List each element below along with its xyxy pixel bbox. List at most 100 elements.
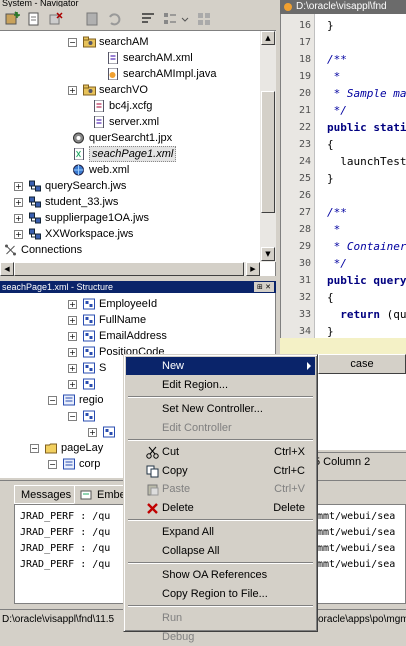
expand-icon[interactable]: +: [14, 214, 23, 223]
menu-item-shortcut: Ctrl+C: [273, 464, 305, 477]
code-line[interactable]: * Container: [327, 238, 406, 255]
expand-icon[interactable]: +: [68, 364, 77, 373]
menu-item-show-oa-references[interactable]: Show OA References: [126, 566, 315, 584]
menu-item-copy-region-to-file[interactable]: Copy Region to File...: [126, 585, 315, 603]
scroll-up-icon[interactable]: ▲: [261, 31, 275, 45]
code-line[interactable]: {: [327, 136, 334, 153]
menu-item-edit-region[interactable]: Edit Region...: [126, 376, 315, 394]
code-line[interactable]: *: [327, 68, 341, 85]
scroll-right-icon[interactable]: ▶: [246, 262, 260, 276]
xml-file-icon: [108, 52, 118, 64]
tree-item[interactable]: querSearcht1.jpx: [0, 130, 260, 146]
tree-item[interactable]: + XXWorkspace.jws: [0, 226, 260, 242]
tree-item[interactable]: searchAM.xml: [0, 50, 260, 66]
menu-item-paste[interactable]: Paste Ctrl+V: [126, 480, 315, 498]
expand-icon[interactable]: +: [68, 316, 77, 325]
navigator-vertical-scrollbar[interactable]: ▲ ▼: [260, 31, 276, 262]
menu-separator: [128, 396, 313, 398]
expand-icon[interactable]: +: [68, 380, 77, 389]
scroll-thumb[interactable]: [14, 262, 244, 276]
navigator-horizontal-scrollbar[interactable]: ◀ ▶: [0, 262, 260, 276]
tree-item[interactable]: + supplierpage1OA.jws: [0, 210, 260, 226]
editor-tab[interactable]: D:\oracle\visappl\fnd: [280, 0, 406, 14]
code-line[interactable]: launchTest: [327, 153, 406, 170]
menu-item-run[interactable]: Run: [126, 609, 315, 627]
collapse-icon[interactable]: −: [48, 396, 57, 405]
menu-item-edit-controller[interactable]: Edit Controller: [126, 419, 315, 437]
tree-item[interactable]: + student_33.jws: [0, 194, 260, 210]
save-icon[interactable]: [84, 11, 100, 27]
tree-item[interactable]: +Connections: [0, 242, 260, 258]
expand-icon[interactable]: +: [68, 300, 77, 309]
structure-title-bar: seachPage1.xml - Structure ⊞ ✕: [0, 281, 276, 293]
tree-item-label: EmailAddress: [99, 330, 167, 342]
tree-item-label: S: [99, 362, 107, 374]
code-line[interactable]: public stati: [327, 119, 406, 136]
project-file-icon: [73, 132, 84, 144]
grid-view-icon[interactable]: [196, 11, 212, 27]
code-line[interactable]: */: [327, 102, 347, 119]
expand-icon[interactable]: +: [88, 428, 97, 437]
menu-item-delete[interactable]: Delete Delete: [126, 499, 315, 517]
collapse-icon[interactable]: −: [30, 444, 39, 453]
tree-item-label: supplierpage1OA.jws: [45, 212, 149, 224]
list-view-icon[interactable]: [162, 11, 178, 27]
collapse-icon[interactable]: −: [68, 38, 77, 47]
expand-icon[interactable]: +: [68, 332, 77, 341]
tree-item-label: EmployeeId: [99, 298, 158, 310]
tree-item[interactable]: searchAMImpl.java: [0, 66, 260, 82]
tree-item[interactable]: + EmployeeId: [0, 296, 275, 312]
menu-item-debug[interactable]: Debug: [126, 628, 315, 646]
code-line[interactable]: return (qu: [327, 306, 406, 323]
refresh-icon[interactable]: [106, 11, 122, 27]
pin-close-icon[interactable]: ⊞ ✕: [254, 282, 274, 292]
expand-icon[interactable]: +: [14, 230, 23, 239]
code-line[interactable]: }: [327, 17, 334, 34]
collapse-icon[interactable]: −: [48, 460, 57, 469]
line-number: 25: [298, 173, 311, 184]
menu-item-cut[interactable]: Cut Ctrl+X: [126, 443, 315, 461]
scroll-left-icon[interactable]: ◀: [0, 262, 14, 276]
code-line[interactable]: * Sample ma: [327, 85, 406, 102]
menu-separator: [128, 605, 313, 607]
scroll-down-icon[interactable]: ▼: [261, 247, 275, 261]
menu-item-expand-all[interactable]: Expand All: [126, 523, 315, 541]
code-line[interactable]: /**: [327, 204, 347, 221]
workspace-icon: [29, 196, 41, 208]
tree-item[interactable]: + querySearch.jws: [0, 178, 260, 194]
tree-item[interactable]: + EmailAddress: [0, 328, 275, 344]
code-editor[interactable]: 1617181920212223242526272829303132333435…: [280, 14, 406, 354]
tree-item[interactable]: − searchAM: [0, 34, 260, 50]
expand-icon[interactable]: +: [68, 86, 77, 95]
tree-item[interactable]: server.xml: [0, 114, 260, 130]
tree-item[interactable]: web.xml: [0, 162, 260, 178]
code-line[interactable]: /**: [327, 51, 347, 68]
case-tab[interactable]: case: [318, 354, 406, 374]
code-line[interactable]: }: [327, 170, 334, 187]
code-line[interactable]: public query: [327, 272, 406, 289]
tree-item[interactable]: + searchVO: [0, 82, 260, 98]
sort-icon[interactable]: [140, 11, 156, 27]
tree-item-label: student_33.jws: [45, 196, 119, 208]
tree-item-label: FullName: [99, 314, 147, 326]
expand-icon[interactable]: +: [14, 182, 23, 191]
menu-item-collapse-all[interactable]: Collapse All: [126, 542, 315, 560]
code-line[interactable]: *: [327, 221, 341, 238]
tree-item[interactable]: bc4j.xcfg: [0, 98, 260, 114]
code-line[interactable]: {: [327, 289, 334, 306]
menu-item-set-new-controller[interactable]: Set New Controller...: [126, 400, 315, 418]
tree-item[interactable]: seachPage1.xml: [0, 146, 260, 162]
code-line[interactable]: */: [327, 255, 347, 272]
expand-icon[interactable]: +: [68, 348, 77, 357]
add-project-icon[interactable]: [4, 11, 20, 27]
menu-item-copy[interactable]: Copy Ctrl+C: [126, 462, 315, 480]
tree-item[interactable]: + FullName: [0, 312, 275, 328]
scroll-thumb[interactable]: [261, 91, 275, 213]
expand-icon[interactable]: +: [14, 198, 23, 207]
tab-messages[interactable]: Messages: [14, 485, 79, 504]
collapse-icon[interactable]: −: [68, 412, 77, 421]
chevron-down-icon[interactable]: [180, 11, 190, 27]
menu-item-new[interactable]: New: [126, 357, 315, 375]
close-project-icon[interactable]: [48, 11, 64, 27]
add-file-icon[interactable]: [26, 11, 42, 27]
